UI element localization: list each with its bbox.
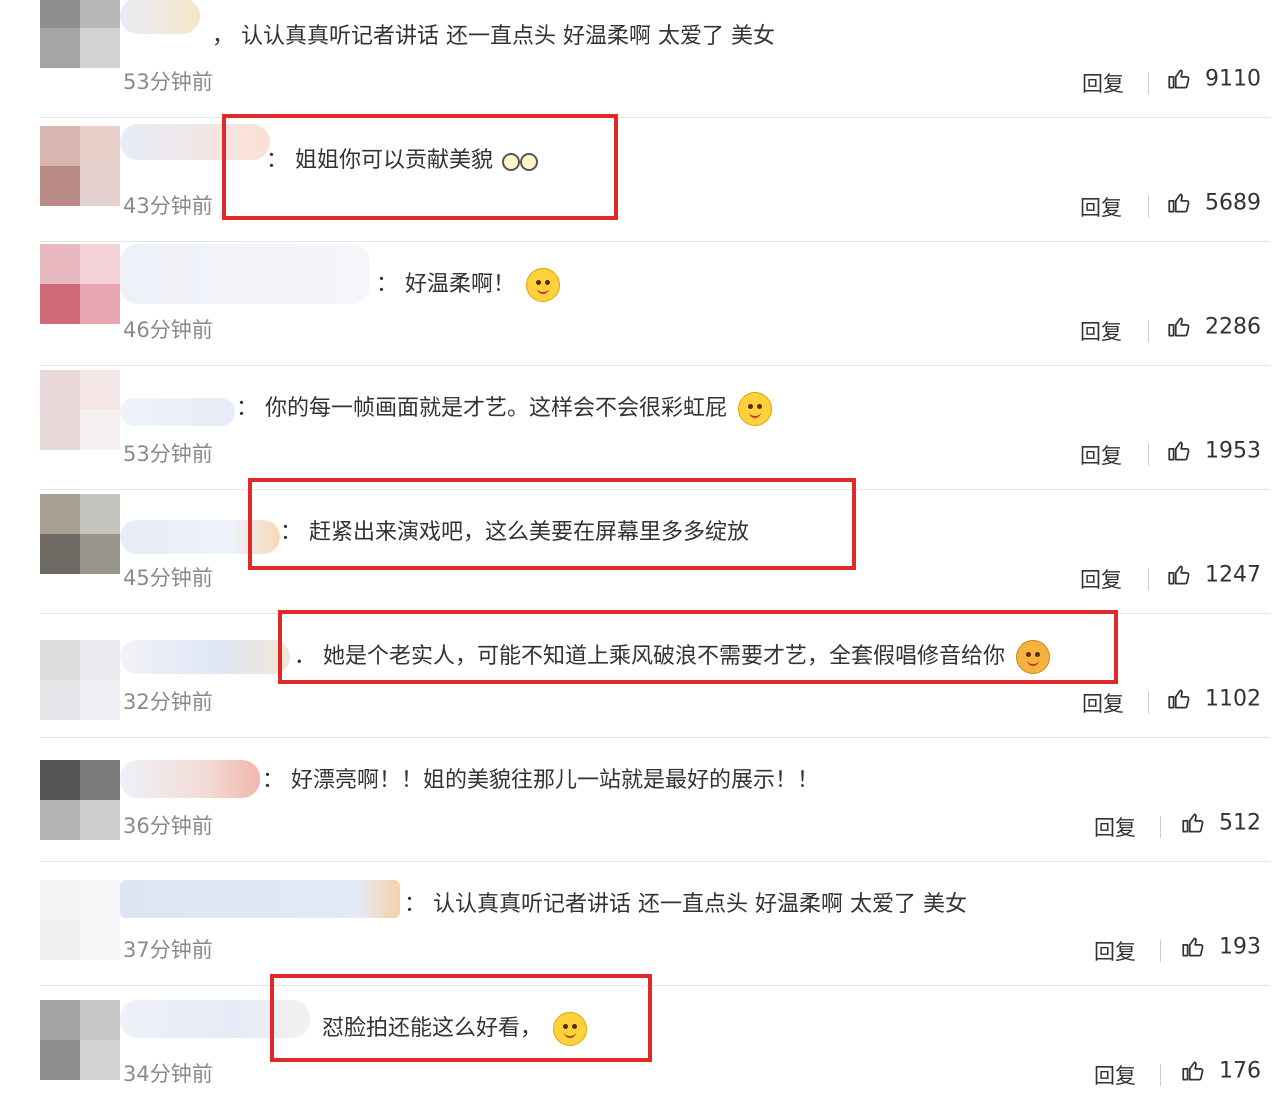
like-count: 193 [1219,934,1261,960]
comment-separator: ， [212,24,235,49]
comment-body: 认认真真听记者讲话 还一直点头 好温柔啊 太爱了 美女 [241,24,775,49]
action-divider [1148,72,1149,94]
action-divider [1148,444,1149,466]
timestamp: 46分钟前 [123,318,213,342]
username-blurred[interactable] [120,244,370,304]
username-blurred[interactable] [120,0,200,34]
highlight-box [270,974,652,1062]
like-button[interactable]: 9110 [1166,66,1261,96]
avatar[interactable] [40,760,120,840]
reply-button[interactable]: 回复 [1094,1060,1136,1090]
highlight-box [248,478,856,570]
action-divider [1148,568,1149,590]
like-button[interactable]: 5689 [1166,190,1261,220]
avatar[interactable] [40,640,120,720]
timestamp: 36分钟前 [123,814,213,838]
avatar[interactable] [40,126,120,206]
comment-separator: ： [376,272,399,297]
action-divider [1148,196,1149,218]
like-count: 9110 [1205,66,1261,92]
highlight-box [222,114,618,220]
username-blurred[interactable] [120,398,235,426]
reply-button[interactable]: 回复 [1082,688,1124,718]
reply-button[interactable]: 回复 [1080,316,1122,346]
thumbs-up-icon [1182,937,1204,957]
comment-item: ： 好漂亮啊！！姐的美貌往那儿一站就是最好的展示！！ 36分钟前 回复 512 [0,738,1278,862]
comment-separator: ： [236,396,259,421]
reply-button[interactable]: 回复 [1080,564,1122,594]
like-button[interactable]: 193 [1180,934,1261,964]
action-divider [1160,940,1161,962]
like-button[interactable]: 2286 [1166,314,1261,344]
thumbs-up-icon [1168,565,1190,585]
comment-body: 好温柔啊！ [405,272,516,297]
timestamp: 53分钟前 [123,70,213,94]
like-count: 5689 [1205,190,1261,216]
like-button[interactable]: 176 [1180,1058,1261,1088]
action-divider [1160,816,1161,838]
avatar[interactable] [40,370,120,450]
comment-list: ， 认认真真听记者讲话 还一直点头 好温柔啊 太爱了 美女 53分钟前 回复 9… [0,0,1278,1098]
username-blurred[interactable] [120,760,260,798]
reply-button[interactable]: 回复 [1094,812,1136,842]
like-button[interactable]: 1102 [1166,686,1261,716]
comment-item: ： 认认真真听记者讲话 还一直点头 好温柔啊 太爱了 美女 37分钟前 回复 1… [0,862,1278,986]
thumbs-up-icon [1168,69,1190,89]
comment-text: ： 你的每一帧画面就是才艺。这样会不会很彩虹屁 [236,390,773,426]
action-divider [1148,692,1149,714]
timestamp: 32分钟前 [123,690,213,714]
comment-text: ： 认认真真听记者讲话 还一直点头 好温柔啊 太爱了 美女 [404,886,967,918]
like-count: 1102 [1205,686,1261,712]
username-blurred[interactable] [120,880,400,918]
thumbs-up-icon [1168,689,1190,709]
reply-button[interactable]: 回复 [1080,440,1122,470]
username-blurred[interactable] [120,640,290,674]
thumbs-up-icon [1182,1061,1204,1081]
reply-button[interactable]: 回复 [1094,936,1136,966]
comment-item: ： 好温柔啊！ 46分钟前 回复 2286 [0,242,1278,366]
like-count: 2286 [1205,314,1261,340]
avatar[interactable] [40,494,120,574]
comment-item: ， 认认真真听记者讲话 还一直点头 好温柔啊 太爱了 美女 53分钟前 回复 9… [0,0,1278,118]
like-button[interactable]: 512 [1180,810,1261,840]
comment-body: 认认真真听记者讲话 还一直点头 好温柔啊 太爱了 美女 [433,892,967,917]
like-count: 1247 [1205,562,1261,588]
avatar[interactable] [40,1000,120,1080]
comment-body: 好漂亮啊！！姐的美貌往那儿一站就是最好的展示！！ [291,768,820,793]
smile-emoji-icon [526,268,561,302]
reply-button[interactable]: 回复 [1080,192,1122,222]
like-count: 176 [1219,1058,1261,1084]
timestamp: 45分钟前 [123,566,213,590]
avatar[interactable] [40,244,120,324]
like-count: 512 [1219,810,1261,836]
comment-separator: ： [404,892,427,917]
thumbs-up-icon [1182,813,1204,833]
like-button[interactable]: 1247 [1166,562,1261,592]
comment-text: ： 好温柔啊！ [376,266,561,302]
comment-item: ： 姐姐你可以贡献美貌 43分钟前 回复 5689 [0,118,1278,242]
cat-emoji-icon [738,392,773,426]
avatar[interactable] [40,0,120,68]
action-divider [1160,1064,1161,1086]
thumbs-up-icon [1168,317,1190,337]
comment-item: ： 你的每一帧画面就是才艺。这样会不会很彩虹屁 53分钟前 回复 1953 [0,366,1278,490]
comment-text: ： 好漂亮啊！！姐的美貌往那儿一站就是最好的展示！！ [262,762,819,794]
reply-button[interactable]: 回复 [1082,68,1124,98]
thumbs-up-icon [1168,193,1190,213]
timestamp: 43分钟前 [123,194,213,218]
comment-body: 你的每一帧画面就是才艺。这样会不会很彩虹屁 [265,396,728,421]
comment-text: ， 认认真真听记者讲话 还一直点头 好温柔啊 太爱了 美女 [212,18,775,50]
thumbs-up-icon [1168,441,1190,461]
timestamp: 37分钟前 [123,938,213,962]
like-count: 1953 [1205,438,1261,464]
timestamp: 53分钟前 [123,442,213,466]
avatar[interactable] [40,880,120,960]
timestamp: 34分钟前 [123,1062,213,1086]
highlight-box [278,610,1118,684]
comment-separator: ： [262,768,285,793]
action-divider [1148,320,1149,342]
like-button[interactable]: 1953 [1166,438,1261,468]
